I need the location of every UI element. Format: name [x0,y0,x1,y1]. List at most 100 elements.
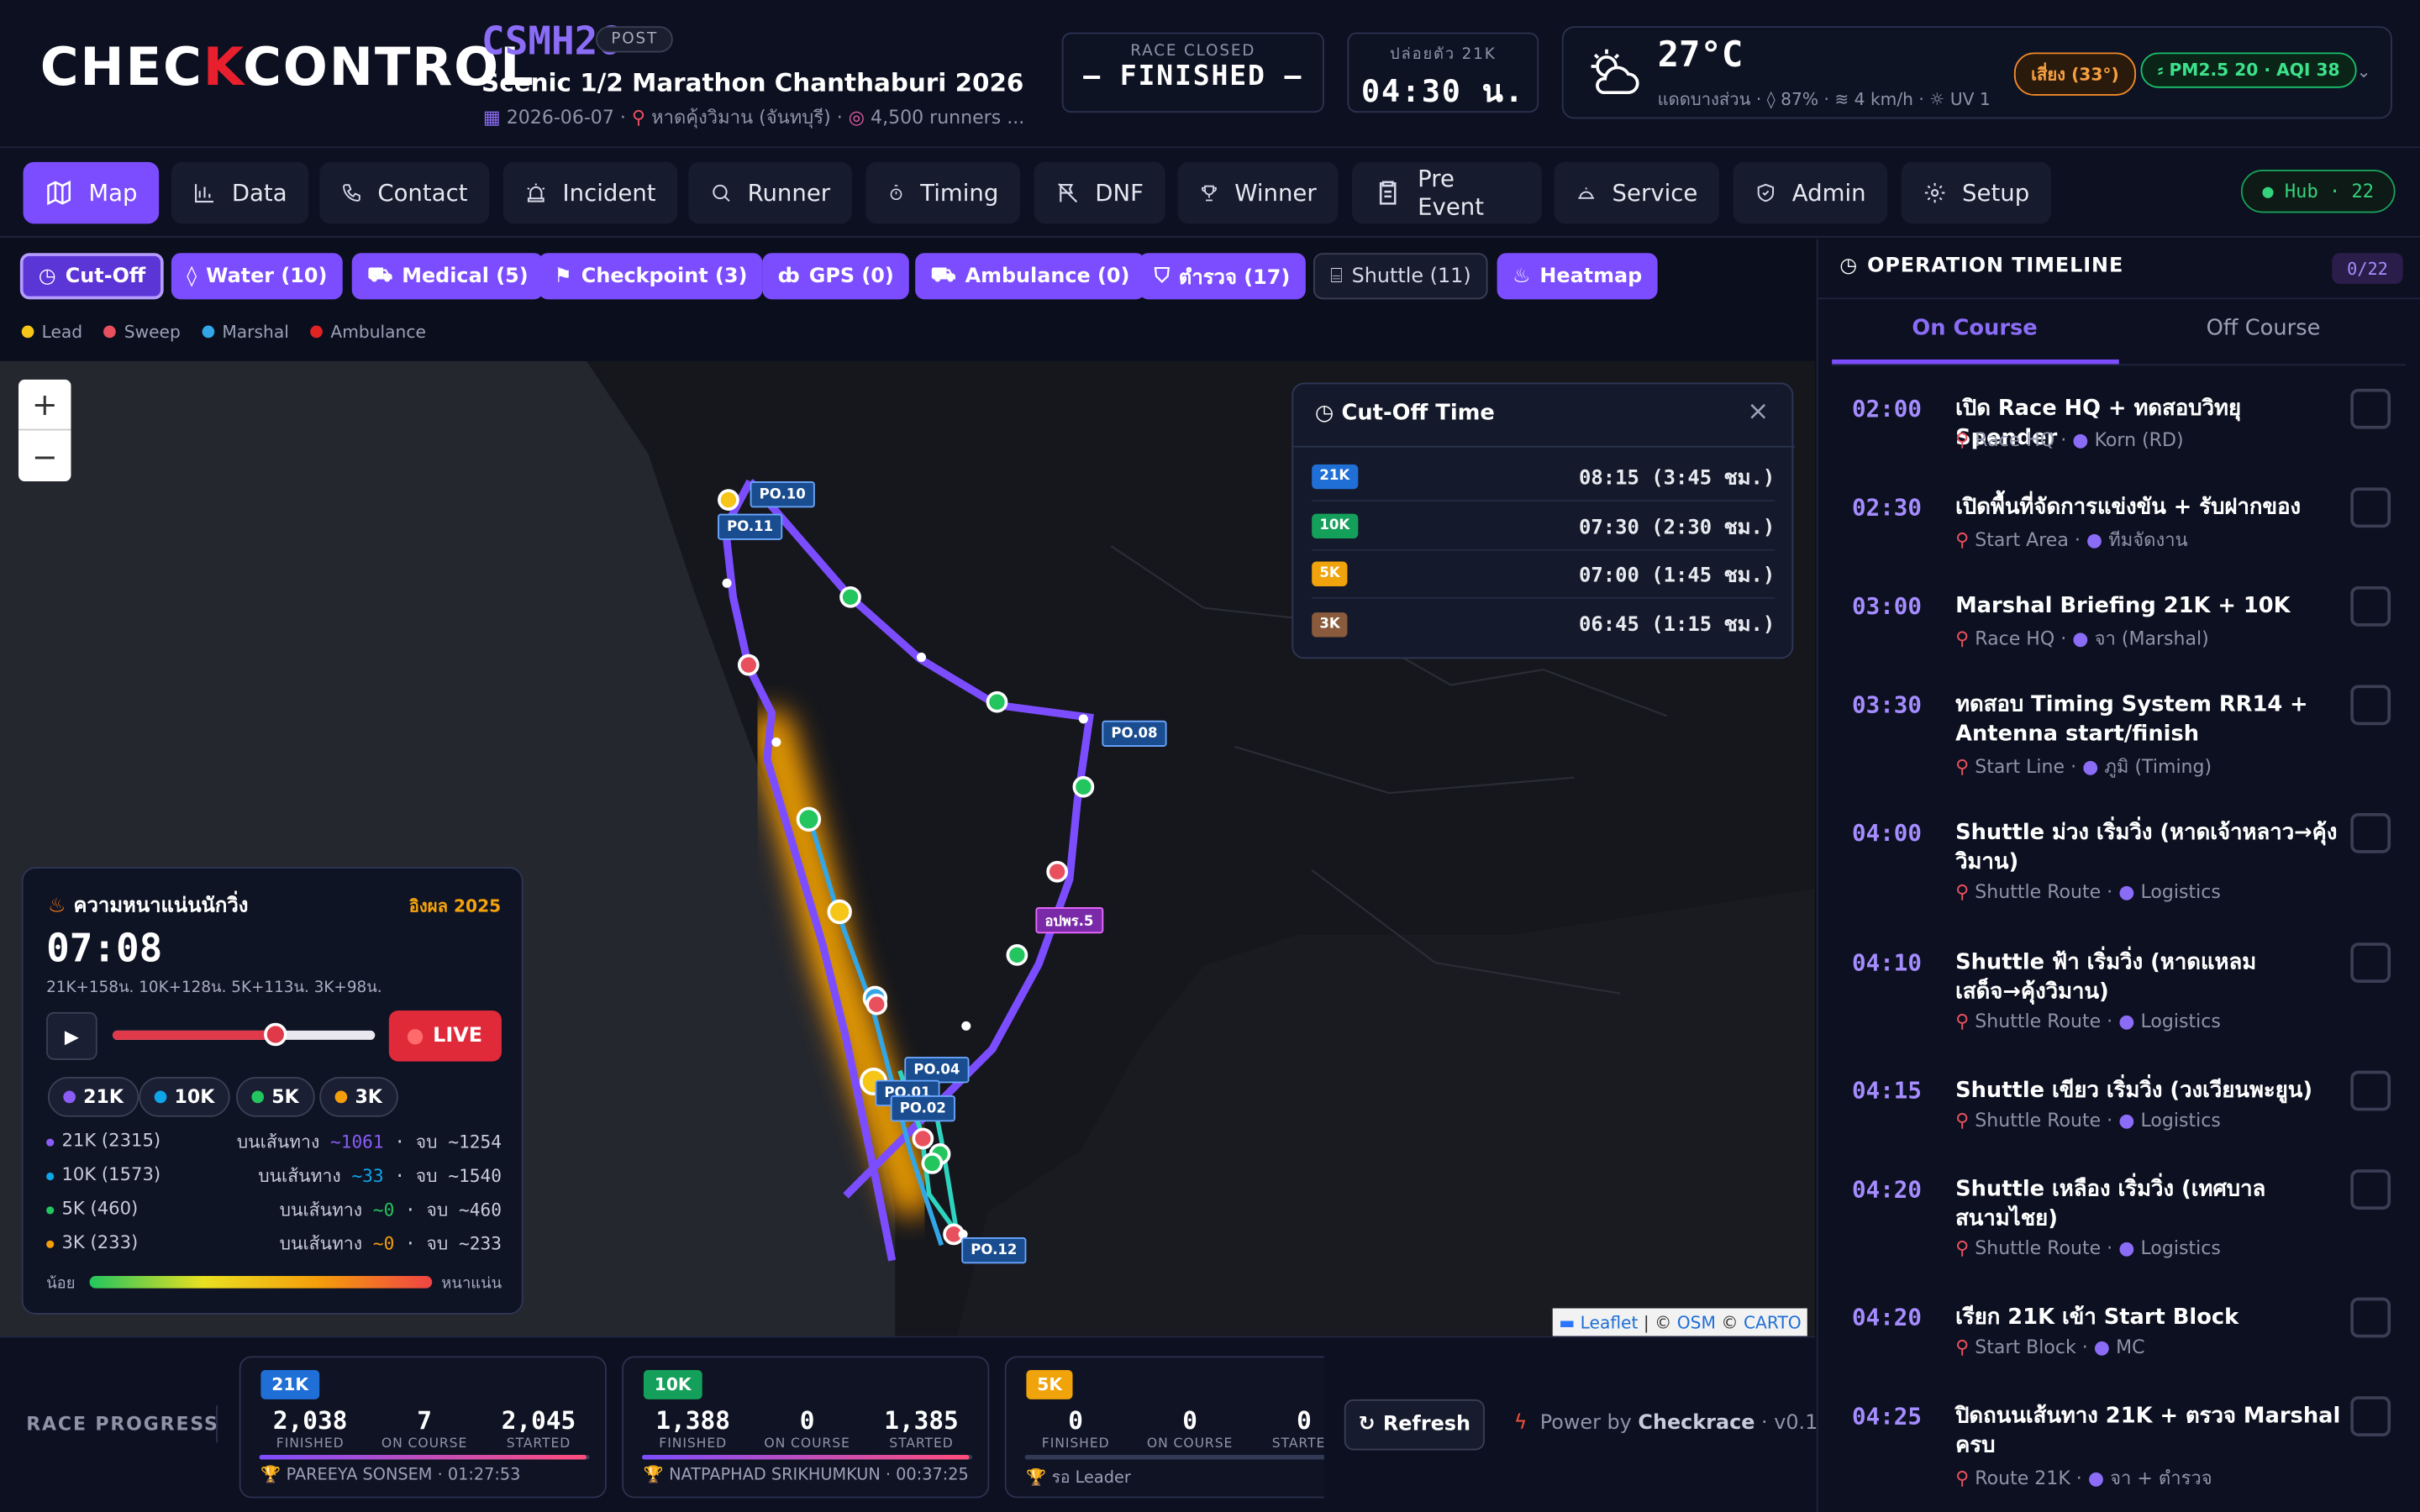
nav-runner[interactable]: Runner [688,161,852,224]
progress-card-21k[interactable]: 21K 2,038 FINISHED 7 ON COURSE 2,045 STARTE… [239,1356,607,1499]
nav-setup[interactable]: Setup [1901,161,2051,224]
user-icon: ● [2093,1336,2111,1358]
flame-icon: ♨ [1512,264,1531,288]
map-legend: Lead Sweep Marshal Ambulance [21,323,426,343]
filter-ambulance[interactable]: ⛟ Ambulance (0) [915,253,1145,300]
filter-checkpoint[interactable]: ⚑ Checkpoint (3) [539,253,763,300]
tab-off-course[interactable]: Off Course [2121,317,2407,341]
user-icon: ● [2118,1237,2135,1259]
map-label-po12[interactable]: PO.12 [961,1237,1027,1264]
nav-admin[interactable]: Admin [1733,161,1888,224]
pin-icon: ⚲ [1955,755,1970,778]
progress-card-5k[interactable]: 5K 0FINISHED 0ON COURSE 0STARTED 🏆 รอ Le… [1004,1356,1324,1499]
start-time-box: ปล่อยตัว 21K 04:30 น. [1347,32,1539,113]
chip-3k[interactable]: 3K [319,1077,398,1117]
pin-icon: ⚲ [1955,1467,1970,1489]
task-checkbox[interactable] [2350,685,2391,726]
weather-details: แดดบางส่วน · ◊ 87% · ≋ 4 km/h · ☼ UV 1 [1657,89,1991,110]
cutoff-row: 10K 07:30 (2:30 ชม.) [1312,503,1776,551]
cutoff-title: ◷ Cut-Off Time [1314,401,1495,426]
nav-winner[interactable]: Winner [1177,161,1339,224]
filter-water[interactable]: ◊ Water (10) [171,253,343,300]
nav-timing[interactable]: Timing [865,161,1021,224]
filter-gps[interactable]: ȸ GPS (0) [762,253,910,300]
density-ref: อิงผล 2025 [408,896,502,916]
live-button[interactable]: LIVE [388,1011,502,1062]
slider-handle[interactable] [264,1022,288,1047]
close-icon[interactable]: × [1747,396,1769,428]
task-checkbox[interactable] [2350,812,2391,853]
pin-icon: ⚲ [631,106,646,129]
filter-heatmap[interactable]: ♨ Heatmap [1497,253,1658,300]
phone-icon [343,184,360,202]
filter-medical[interactable]: ⛟ Medical (5) [351,253,544,300]
nav-dnf[interactable]: DNF [1034,161,1165,224]
task-checkbox[interactable] [2350,1070,2391,1111]
progress-track [259,1455,590,1460]
map-label-po08[interactable]: PO.08 [1102,720,1167,747]
scale-low-label: น้อย [46,1275,76,1294]
task-checkbox[interactable] [2350,1169,2391,1210]
stopwatch-icon: ◷ [1314,401,1334,426]
chip-5k[interactable]: 5K [236,1077,315,1117]
map-label-po11[interactable]: PO.11 [718,513,783,540]
temperature: 27°C [1657,35,1744,76]
progress-card-10k[interactable]: 10K 1,388 FINISHED 0 ON COURSE 1,385 STARTE… [622,1356,990,1499]
user-icon: ● [2118,1109,2135,1131]
chip-10k[interactable]: 10K [139,1077,230,1117]
task-checkbox[interactable] [2350,1297,2391,1338]
chevron-down-icon[interactable]: ⌄ [2357,61,2371,81]
chip-21k[interactable]: 21K [47,1077,139,1117]
bolt-icon: ϟ [1513,1411,1528,1436]
pin-icon: ⚲ [1955,1011,1970,1032]
nav-pre-event[interactable]: Pre Event [1351,161,1542,224]
filter-police[interactable]: ⛉ ตำรวจ (17) [1139,253,1306,300]
stopwatch-icon: ◷ [38,264,56,288]
checkcontrol-logo[interactable]: CHECKCONTROL [40,37,535,98]
density-row: 3K (233) บนเส้นทาง ~0 · จบ ~233 [46,1231,502,1254]
event-title: Scenic 1/2 Marathon Chanthaburi 2026 [481,67,1024,97]
time-slider[interactable] [113,1022,376,1047]
weather-panel: 27°C แดดบางส่วน · ◊ 87% · ≋ 4 km/h · ☼ U… [1561,26,2392,119]
task-checkbox[interactable] [2350,388,2391,429]
map-label-po10[interactable]: PO.10 [750,481,815,508]
nav-contact[interactable]: Contact [319,161,490,224]
task-checkbox[interactable] [2350,942,2391,983]
flag-icon: ⚑ [554,264,572,288]
task-checkbox[interactable] [2350,1396,2391,1436]
nav-service[interactable]: Service [1554,161,1720,224]
shield-icon: ⛉ [1154,264,1170,288]
task-checkbox[interactable] [2350,487,2391,528]
map-label-po02[interactable]: PO.02 [890,1095,955,1122]
pin-icon: ⚲ [1955,880,1970,903]
nav-incident[interactable]: Incident [502,161,678,224]
map-label-po04[interactable]: PO.04 [904,1057,970,1084]
density-note: 21K+158น. 10K+128น. 5K+113น. 3K+98น. [46,979,382,997]
zoom-in-button[interactable]: + [18,380,71,431]
humidity-icon: ◊ [1766,89,1776,110]
play-button[interactable]: ▶ [46,1011,97,1060]
density-panel: ♨ ความหนาแน่นนักวิ่ง อิงผล 2025 07:08 21K… [21,867,523,1315]
nav-map[interactable]: Map [23,161,160,224]
stopwatch-icon [890,185,902,201]
user-icon: ● [2086,528,2103,551]
refresh-button[interactable]: ↻ Refresh [1344,1399,1485,1451]
siren-icon [527,183,545,202]
refresh-icon: ↻ [1358,1413,1376,1436]
filter-cutoff[interactable]: ◷ Cut-Off [19,253,165,300]
pin-icon: ⚲ [1955,428,1970,451]
map-label-volunteer[interactable]: อปพร.5 [1035,906,1103,934]
tab-on-course[interactable]: On Course [1832,317,2118,341]
task-checkbox[interactable] [2350,585,2391,627]
density-scale-bar [89,1275,433,1289]
pin-icon: ⚲ [1955,528,1970,551]
cutoff-row: 5K 07:00 (1:45 ชม.) [1312,551,1776,599]
timeline-title: ◷ OPERATION TIMELINE [1839,255,2124,278]
bus-icon: ⌸ [1330,264,1343,288]
nav-data[interactable]: Data [171,161,309,224]
scale-high-label: หนาแน่น [441,1275,502,1294]
zoom-out-button[interactable]: − [18,430,71,481]
live-dot-icon [408,1028,424,1044]
search-icon [713,184,730,202]
filter-shuttle[interactable]: ⌸ Shuttle (11) [1313,253,1488,300]
